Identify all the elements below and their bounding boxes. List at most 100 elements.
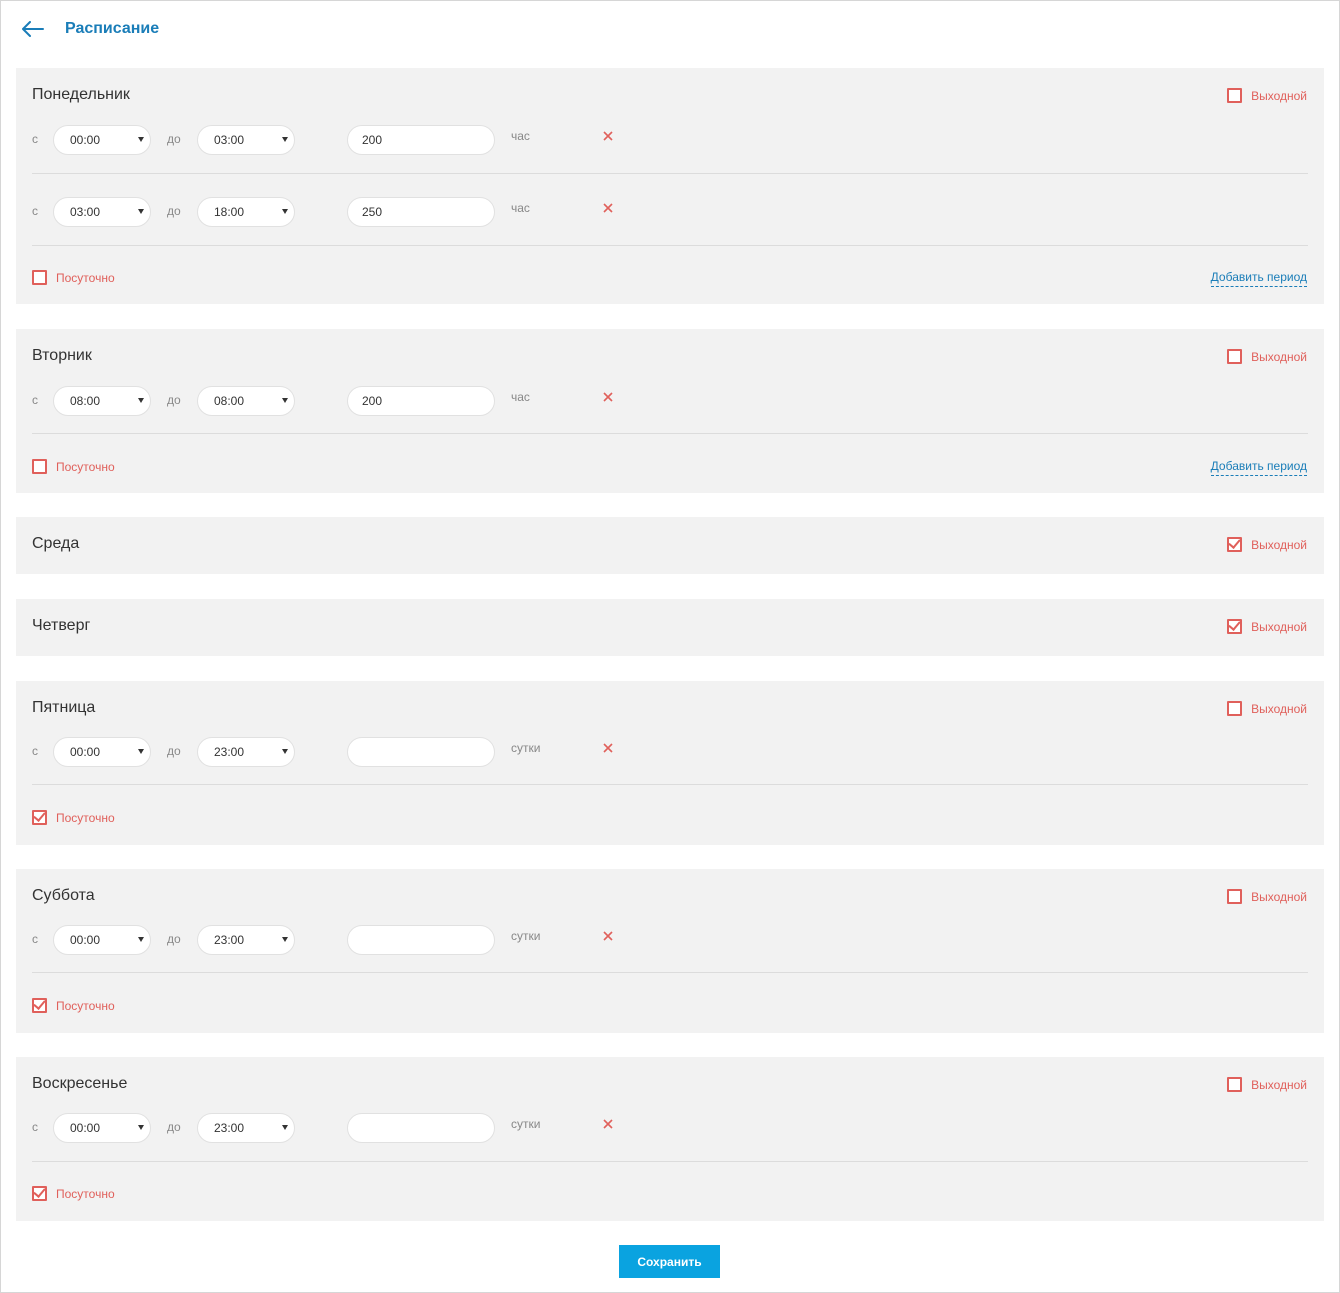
- day-off-checkbox[interactable]: [1227, 88, 1243, 103]
- from-time-select[interactable]: 03:00: [53, 197, 151, 227]
- caret-down-icon: [138, 137, 144, 142]
- page-title: Расписание: [65, 20, 160, 37]
- to-time-select[interactable]: 23:00: [197, 737, 295, 767]
- to-label: до: [167, 1120, 181, 1134]
- from-time-select[interactable]: 00:00: [53, 925, 151, 955]
- arrow-left-icon[interactable]: [20, 16, 46, 42]
- daily-checkbox[interactable]: [32, 270, 47, 285]
- close-icon[interactable]: [602, 742, 614, 754]
- day-off-toggle[interactable]: Выходной: [1227, 1077, 1307, 1092]
- period-row: с 00:00 до 03:00 200 час: [32, 125, 1308, 155]
- day-card-wednesday: Среда Выходной: [16, 517, 1324, 574]
- day-off-checkbox[interactable]: [1227, 619, 1243, 634]
- divider: [32, 784, 1308, 785]
- day-name: Воскресенье: [32, 1075, 128, 1092]
- price-input[interactable]: 200: [347, 125, 495, 155]
- daily-toggle[interactable]: Посуточно: [32, 1186, 115, 1201]
- price-input[interactable]: [347, 925, 495, 955]
- to-time-select[interactable]: 03:00: [197, 125, 295, 155]
- day-off-checkbox[interactable]: [1227, 701, 1243, 716]
- period-row: с 00:00 до 23:00 сутки: [32, 737, 1308, 767]
- day-off-label: Выходной: [1251, 1077, 1307, 1092]
- to-time-value: 23:00: [214, 745, 245, 759]
- add-period-link[interactable]: Добавить период: [1210, 270, 1307, 287]
- day-off-checkbox[interactable]: [1227, 537, 1243, 552]
- from-label: с: [32, 744, 38, 758]
- close-icon[interactable]: [602, 130, 614, 142]
- daily-label: Посуточно: [56, 459, 115, 474]
- from-time-select[interactable]: 00:00: [53, 125, 151, 155]
- day-card-sunday: Воскресенье Выходной с 00:00 до 23:00 су…: [16, 1057, 1324, 1221]
- from-time-select[interactable]: 08:00: [53, 386, 151, 416]
- close-icon[interactable]: [602, 391, 614, 403]
- add-period-link[interactable]: Добавить период: [1210, 459, 1307, 476]
- day-off-checkbox[interactable]: [1227, 1077, 1243, 1092]
- to-label: до: [167, 744, 181, 758]
- from-time-select[interactable]: 00:00: [53, 737, 151, 767]
- caret-down-icon: [282, 398, 288, 403]
- price-input[interactable]: 200: [347, 386, 495, 416]
- to-time-value: 23:00: [214, 933, 245, 947]
- to-time-value: 23:00: [214, 1121, 245, 1135]
- close-icon[interactable]: [602, 1118, 614, 1130]
- to-label: до: [167, 932, 181, 946]
- price-input[interactable]: [347, 737, 495, 767]
- daily-toggle[interactable]: Посуточно: [32, 810, 115, 825]
- price-input[interactable]: [347, 1113, 495, 1143]
- day-off-toggle[interactable]: Выходной: [1227, 619, 1307, 634]
- daily-checkbox[interactable]: [32, 1186, 47, 1201]
- daily-label: Посуточно: [56, 1186, 115, 1201]
- daily-label: Посуточно: [56, 810, 115, 825]
- to-time-select[interactable]: 08:00: [197, 386, 295, 416]
- daily-checkbox[interactable]: [32, 998, 47, 1013]
- day-off-label: Выходной: [1251, 701, 1307, 716]
- unit-label: час: [511, 201, 530, 215]
- to-time-select[interactable]: 23:00: [197, 1113, 295, 1143]
- day-name: Пятница: [32, 699, 96, 716]
- day-off-label: Выходной: [1251, 619, 1307, 634]
- period-row: с 08:00 до 08:00 200 час: [32, 386, 1308, 416]
- caret-down-icon: [138, 209, 144, 214]
- to-time-select[interactable]: 23:00: [197, 925, 295, 955]
- daily-toggle[interactable]: Посуточно: [32, 998, 115, 1013]
- day-off-checkbox[interactable]: [1227, 349, 1243, 364]
- to-time-select[interactable]: 18:00: [197, 197, 295, 227]
- from-label: с: [32, 204, 38, 218]
- from-label: с: [32, 393, 38, 407]
- save-button[interactable]: Сохранить: [619, 1245, 720, 1278]
- close-icon[interactable]: [602, 930, 614, 942]
- day-name: Четверг: [32, 617, 91, 634]
- caret-down-icon: [282, 749, 288, 754]
- daily-label: Посуточно: [56, 998, 115, 1013]
- daily-toggle[interactable]: Посуточно: [32, 270, 115, 285]
- from-time-value: 00:00: [70, 133, 101, 147]
- day-off-checkbox[interactable]: [1227, 889, 1243, 904]
- unit-label: час: [511, 390, 530, 404]
- day-card-monday: Понедельник Выходной с 00:00 до 03:00 20…: [16, 68, 1324, 304]
- daily-toggle[interactable]: Посуточно: [32, 459, 115, 474]
- to-time-value: 18:00: [214, 205, 245, 219]
- unit-label: час: [511, 129, 530, 143]
- price-input[interactable]: 250: [347, 197, 495, 227]
- to-time-value: 03:00: [214, 133, 245, 147]
- daily-label: Посуточно: [56, 270, 115, 285]
- caret-down-icon: [282, 209, 288, 214]
- day-name: Суббота: [32, 887, 95, 904]
- from-time-value: 08:00: [70, 394, 101, 408]
- to-time-value: 08:00: [214, 394, 245, 408]
- from-time-select[interactable]: 00:00: [53, 1113, 151, 1143]
- day-off-toggle[interactable]: Выходной: [1227, 349, 1307, 364]
- close-icon[interactable]: [602, 202, 614, 214]
- caret-down-icon: [138, 398, 144, 403]
- divider: [32, 972, 1308, 973]
- daily-checkbox[interactable]: [32, 810, 47, 825]
- caret-down-icon: [138, 749, 144, 754]
- day-off-toggle[interactable]: Выходной: [1227, 701, 1307, 716]
- day-off-toggle[interactable]: Выходной: [1227, 537, 1307, 552]
- day-off-toggle[interactable]: Выходной: [1227, 889, 1307, 904]
- day-name: Среда: [32, 535, 80, 552]
- day-off-toggle[interactable]: Выходной: [1227, 88, 1307, 103]
- daily-checkbox[interactable]: [32, 459, 47, 474]
- from-time-value: 00:00: [70, 745, 101, 759]
- unit-label: сутки: [511, 929, 541, 943]
